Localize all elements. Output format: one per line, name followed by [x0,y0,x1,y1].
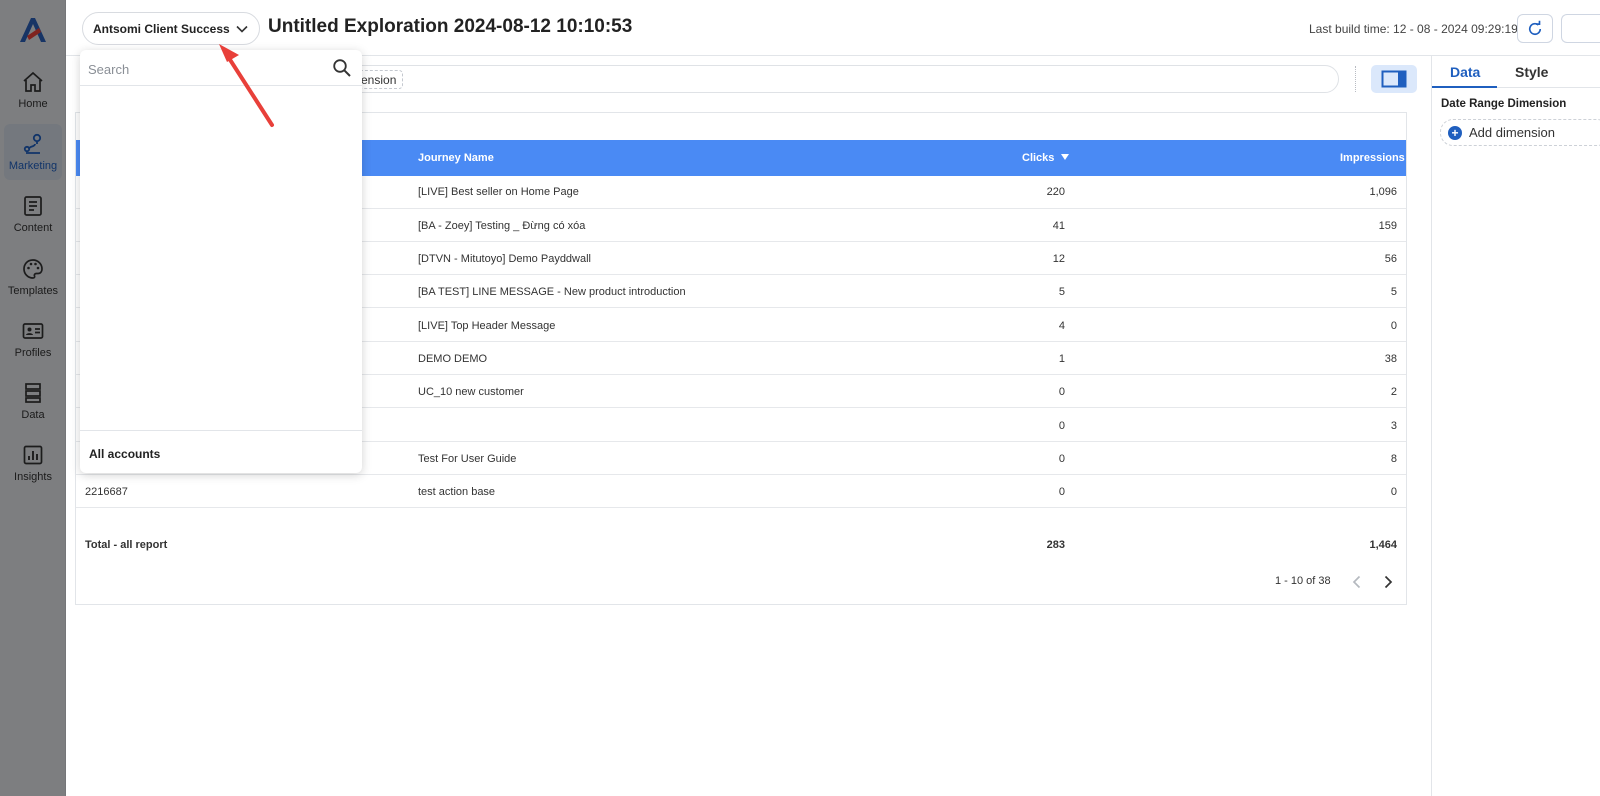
tab-style[interactable]: Style [1515,64,1548,80]
clicks-value: 1 [1058,353,1065,365]
nav-item-label: Profiles [14,347,52,359]
journey-name: test action base [418,486,496,498]
row-id: 2216687 [85,486,128,498]
total-impressions: 1,464 [1369,539,1397,551]
active-tab-indicator [1432,86,1497,88]
journey-name: [DTVN - Mitutoyo] Demo Payddwall [418,253,591,265]
top-header: Antsomi Client Success Untitled Explorat… [66,0,1600,56]
journey-name: [BA - Zoey] Testing _ Đừng có xóa [418,220,586,232]
page-title[interactable]: Untitled Exploration 2024-08-12 10:10:53 [268,16,632,38]
total-row: Total - all report 283 1,464 [76,528,1406,561]
nav-item-profiles[interactable]: Profiles [4,311,62,367]
dropdown-footer: All accounts [80,430,362,473]
profile-card-icon [22,323,44,339]
journey-name: [BA TEST] LINE MESSAGE - New product int… [418,286,686,298]
journey-name: UC_10 new customer [418,386,524,398]
clicks-value: 5 [1058,286,1065,298]
nav-item-label: Insights [14,471,52,483]
table-row[interactable]: 2216687 test action base 0 0 [76,475,1406,508]
content-icon [24,196,42,216]
nav-item-marketing[interactable]: Marketing [4,124,62,180]
nav-item-label: Templates [7,285,59,297]
total-clicks: 283 [1046,539,1065,551]
total-label: Total - all report [85,539,168,551]
nav-item-insights[interactable]: Insights [4,435,62,491]
impressions-value: 159 [1378,220,1397,232]
prev-page-button[interactable] [1349,574,1365,590]
impressions-value: 38 [1384,353,1397,365]
all-accounts-link[interactable]: All accounts [89,447,160,461]
account-search-input[interactable] [88,59,318,79]
clicks-value: 220 [1046,186,1065,198]
marketing-icon [23,133,42,154]
chevron-right-icon [1384,575,1393,589]
sort-desc-icon [1061,154,1070,160]
right-panel [1431,56,1600,796]
add-dimension-button[interactable]: + Add dimension [1440,119,1600,146]
column-header-clicks[interactable]: Clicks [1022,152,1070,164]
clicks-value: 4 [1058,320,1065,332]
side-panel-icon [1381,70,1407,88]
data-stack-icon [25,383,41,403]
chevron-down-icon [236,25,248,33]
clicks-value: 0 [1058,420,1065,432]
left-navigation: Home Marketing Content Templates Profile… [0,0,66,796]
clicks-value: 0 [1058,386,1065,398]
clicks-value: 0 [1058,486,1065,498]
refresh-icon [1528,20,1542,35]
impressions-value: 0 [1390,486,1397,498]
column-header-journey-name[interactable]: Journey Name [418,152,494,164]
toolbar-divider [1355,66,1356,92]
column-header-impressions[interactable]: Impressions [1340,152,1405,164]
home-icon [23,71,43,92]
account-select-value: Antsomi Client Success [93,21,230,36]
more-button[interactable] [1561,14,1600,43]
journey-name: Test For User Guide [418,453,517,465]
nav-item-label: Home [18,98,48,110]
nav-item-home[interactable]: Home [4,62,62,118]
clicks-value: 0 [1058,453,1065,465]
journey-name: [LIVE] Top Header Message [418,320,556,332]
refresh-button[interactable] [1517,14,1553,43]
search-icon[interactable] [332,58,352,78]
journey-name: DEMO DEMO [418,353,488,365]
add-dimension-label: Add dimension [1469,125,1555,140]
panel-toggle-button[interactable] [1371,65,1417,93]
nav-item-templates[interactable]: Templates [4,249,62,305]
palette-icon [23,259,43,279]
tab-data[interactable]: Data [1450,64,1480,80]
impressions-value: 1,096 [1369,186,1397,198]
account-select[interactable]: Antsomi Client Success [82,12,260,45]
last-build-time: Last build time: 12 - 08 - 2024 09:29:19 [1309,22,1518,36]
impressions-value: 0 [1390,320,1397,332]
column-header-label: Clicks [1022,152,1055,164]
plus-circle-icon: + [1448,125,1462,140]
date-range-dimension-label: Date Range Dimension [1441,98,1567,110]
impressions-value: 56 [1384,253,1397,265]
journey-name: [LIVE] Best seller on Home Page [418,186,579,198]
nav-item-data[interactable]: Data [4,373,62,429]
account-dropdown: All accounts [80,50,362,473]
impressions-value: 3 [1390,420,1397,432]
antsomi-logo[interactable] [17,14,49,46]
next-page-button[interactable] [1380,574,1396,590]
pagination-info: 1 - 10 of 38 [1275,575,1331,587]
nav-item-label: Data [21,409,45,421]
account-search [80,50,362,86]
chart-icon [23,445,43,465]
nav-item-content[interactable]: Content [4,186,62,242]
impressions-value: 5 [1390,286,1397,298]
nav-item-label: Content [13,222,53,234]
clicks-value: 41 [1052,220,1065,232]
chevron-left-icon [1352,575,1361,589]
impressions-value: 8 [1390,453,1397,465]
impressions-value: 2 [1390,386,1397,398]
nav-item-label: Marketing [8,160,58,172]
filter-bar[interactable] [300,65,1339,93]
clicks-value: 12 [1052,253,1065,265]
